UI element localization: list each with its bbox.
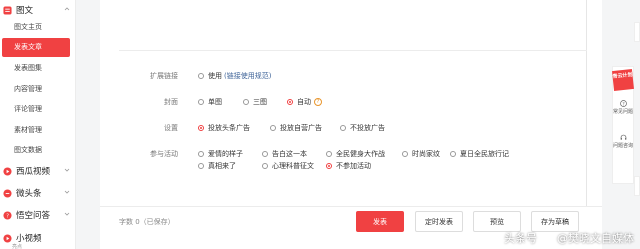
settings-option-no-ads[interactable]: 不投放广告 xyxy=(340,123,385,133)
save-draft-button[interactable]: 存为草稿 xyxy=(531,211,579,232)
activity-option-label: 夏日全民旅行记 xyxy=(460,150,509,158)
sidebar-item-content-manage[interactable]: 内容管理 xyxy=(2,80,70,99)
feedback-link[interactable]: 问题咨询 xyxy=(612,134,634,149)
author-avatar-icon xyxy=(541,232,553,244)
cover-option-label: 单图 xyxy=(208,98,222,106)
activity-option-label: 时尚家纹 xyxy=(412,150,440,158)
activity-option-label: 爱情的样子 xyxy=(208,150,243,158)
micro-headline-icon xyxy=(3,188,12,198)
activity-option-label: 不参加活动 xyxy=(336,162,371,170)
sidebar-group-xigua-video[interactable]: 西瓜视频 xyxy=(0,161,76,181)
activity-option[interactable]: 爱情的样子 xyxy=(198,149,243,159)
watermark: 头条号 @樊晓文自媒体 xyxy=(504,230,634,246)
activity-option[interactable]: 真相来了 xyxy=(198,161,236,171)
activity-option[interactable]: 全民健身大作战 xyxy=(326,149,385,159)
radio-button-selected[interactable] xyxy=(198,125,204,131)
article-icon xyxy=(3,5,12,15)
cover-option-label: 三图 xyxy=(253,98,267,106)
sidebar-group-label: 图文 xyxy=(16,6,34,16)
scrollbar-thumb[interactable] xyxy=(634,22,640,42)
cover-option-triple[interactable]: 三图 xyxy=(243,97,267,107)
scrollbar-thumb[interactable] xyxy=(634,176,640,196)
radio-button[interactable] xyxy=(262,163,268,169)
activity-option-label: 全民健身大作战 xyxy=(336,150,385,158)
radio-button[interactable] xyxy=(198,163,204,169)
publish-button[interactable]: 发表 xyxy=(356,211,404,232)
word-count: 字数 0（已保存） xyxy=(119,218,175,226)
sidebar-group-label: 西瓜视频 xyxy=(16,167,51,177)
radio-button[interactable] xyxy=(326,151,332,157)
activity-option[interactable]: 夏日全民旅行记 xyxy=(450,149,509,159)
activity-option-label: 心理科普征文 xyxy=(272,162,314,170)
activity-option-none[interactable]: 不参加活动 xyxy=(326,161,371,171)
settings-option-own-ads[interactable]: 投放自营广告 xyxy=(270,123,322,133)
cover-option-label: 自动 xyxy=(297,98,311,106)
chevron-down-icon xyxy=(64,168,70,172)
ext-link-rules-link[interactable]: (链接使用规范) xyxy=(224,71,271,81)
settings-option-label: 投放自营广告 xyxy=(280,124,322,132)
sidebar-item-article-home[interactable]: 图文主页 xyxy=(2,18,70,37)
sidebar-item-material-manage[interactable]: 素材管理 xyxy=(2,121,70,140)
activity-option[interactable]: 告白这一本 xyxy=(262,149,307,159)
radio-button-selected[interactable] xyxy=(287,99,293,105)
headset-icon xyxy=(620,134,626,140)
radio-button-selected[interactable] xyxy=(326,163,332,169)
sidebar-group-label: 悟空问答 xyxy=(16,211,51,221)
activity-label: 参与活动 xyxy=(150,150,178,158)
settings-label: 设置 xyxy=(164,124,178,132)
chevron-up-icon xyxy=(64,7,70,11)
radio-button[interactable] xyxy=(270,125,276,131)
schedule-publish-button[interactable]: 定时发表 xyxy=(415,211,463,232)
ext-link-option[interactable]: 使用 (链接使用规范) xyxy=(198,71,271,81)
sidebar-item-publish-gallery[interactable]: 发表图集 xyxy=(2,59,70,78)
svg-text:?: ? xyxy=(6,213,9,219)
ext-link-option-label: 使用 xyxy=(208,72,222,80)
faq-label: 常见问题 xyxy=(612,109,633,115)
sidebar-item-article-data[interactable]: 图文数据 xyxy=(2,141,70,160)
editor-divider xyxy=(119,50,587,51)
sidebar-item-comment-manage[interactable]: 评论管理 xyxy=(2,100,70,119)
radio-button[interactable] xyxy=(262,151,268,157)
video-icon xyxy=(3,166,12,176)
sidebar-group-article[interactable]: 图文 xyxy=(0,0,76,20)
radio-button[interactable] xyxy=(450,151,456,157)
cover-option-single[interactable]: 单图 xyxy=(198,97,222,107)
activity-option[interactable]: 心理科普征文 xyxy=(262,161,314,171)
ext-link-label: 扩展链接 xyxy=(150,72,178,80)
cover-label: 封面 xyxy=(164,98,178,106)
sidebar-group-wukong-qa[interactable]: ? 悟空问答 xyxy=(0,205,76,225)
sidebar-item-publish-article[interactable]: 发表文章 xyxy=(2,38,70,57)
activity-option-label: 告白这一本 xyxy=(272,150,307,158)
sidebar-group-label: 微头条 xyxy=(16,189,42,199)
faq-link[interactable]: ? 常见问题 xyxy=(612,100,634,115)
help-icon[interactable]: ? xyxy=(314,98,322,106)
watermark-source: 头条号 xyxy=(504,232,537,245)
activity-option-label: 真相来了 xyxy=(208,162,236,170)
radio-button[interactable] xyxy=(243,99,249,105)
feedback-label: 问题咨询 xyxy=(612,143,633,149)
settings-option-headline-ads[interactable]: 投放头条广告 xyxy=(198,123,250,133)
short-video-icon xyxy=(3,233,12,243)
chevron-down-icon xyxy=(64,212,70,216)
settings-option-label: 投放头条广告 xyxy=(208,124,250,132)
qa-icon: ? xyxy=(3,210,12,219)
radio-button[interactable] xyxy=(340,125,346,131)
preview-button[interactable]: 预览 xyxy=(473,211,521,232)
chevron-down-icon xyxy=(64,190,70,194)
sidebar-group-micro-headline[interactable]: 微头条 xyxy=(0,183,76,203)
sidebar-bottom-hint: 亮点 xyxy=(12,244,23,249)
qingyun-plan-badge[interactable]: 青云计划 xyxy=(612,69,634,91)
radio-button[interactable] xyxy=(198,99,204,105)
radio-button[interactable] xyxy=(198,151,204,157)
activity-option[interactable]: 时尚家纹 xyxy=(402,149,440,159)
cover-option-auto[interactable]: 自动 ? xyxy=(287,97,322,107)
panel-divider xyxy=(586,0,587,206)
radio-button[interactable] xyxy=(402,151,408,157)
settings-option-label: 不投放广告 xyxy=(350,124,385,132)
ext-link-radio[interactable] xyxy=(198,73,204,79)
footer-divider xyxy=(100,206,602,207)
watermark-author: @樊晓文自媒体 xyxy=(557,232,634,245)
sidebar: 图文 图文主页 发表文章 发表图集 内容管理 评论管理 素材管理 图文数据 西瓜… xyxy=(0,0,76,249)
faq-icon: ? xyxy=(619,100,627,107)
